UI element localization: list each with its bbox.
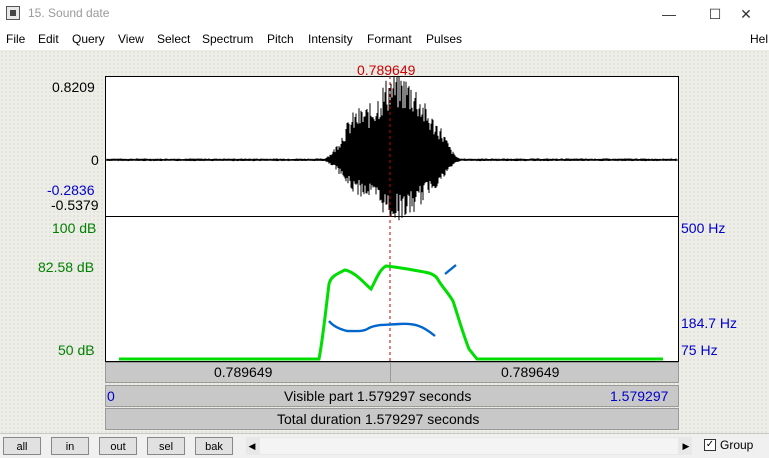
zoom-out-button[interactable]: out xyxy=(99,437,137,455)
selection-time-bar: 0.789649 0.789649 xyxy=(105,362,679,383)
scroll-thumb[interactable] xyxy=(260,438,678,454)
close-button[interactable]: ✕ xyxy=(723,0,769,28)
waveform-max-label: 0.8209 xyxy=(52,79,95,95)
group-label: Group xyxy=(720,438,754,452)
waveform-trace xyxy=(106,76,677,221)
zoom-selection-button[interactable]: sel xyxy=(147,437,185,455)
waveform-samples xyxy=(106,76,677,221)
time-scrollbar[interactable]: ◀ ▶ xyxy=(246,437,692,455)
time-bar-right-label: 0.789649 xyxy=(501,364,560,380)
zoom-in-button[interactable]: in xyxy=(51,437,89,455)
menu-select[interactable]: Select xyxy=(157,32,190,46)
time-bar-left-label: 0.789649 xyxy=(214,364,273,380)
visible-part-bar[interactable]: 0 Visible part 1.579297 seconds 1.579297 xyxy=(105,385,679,407)
menu-bar: File Edit Query View Select Spectrum Pit… xyxy=(0,28,769,50)
pitch-mid-label: 184.7 Hz xyxy=(681,315,738,331)
zoom-all-button[interactable]: all xyxy=(3,437,41,455)
title-bar: 15. Sound date — ☐ ✕ xyxy=(0,0,769,28)
pitch-contour xyxy=(328,320,436,337)
window-title: 15. Sound date xyxy=(28,6,110,20)
menu-spectrum[interactable]: Spectrum xyxy=(202,32,253,46)
waveform-min-blue-label: -0.2836 xyxy=(47,182,95,198)
intensity-curve xyxy=(119,264,663,361)
app-icon xyxy=(6,6,20,20)
menu-pitch[interactable]: Pitch xyxy=(267,32,294,46)
visible-part-label: Visible part 1.579297 seconds xyxy=(284,388,472,404)
pitch-contour-segment xyxy=(444,264,457,275)
menu-edit[interactable]: Edit xyxy=(38,32,59,46)
pitch-top-label: 500 Hz xyxy=(681,220,726,236)
total-duration-label: Total duration 1.579297 seconds xyxy=(277,411,480,427)
menu-view[interactable]: View xyxy=(118,32,144,46)
menu-query[interactable]: Query xyxy=(72,32,105,46)
menu-pulses[interactable]: Pulses xyxy=(426,32,462,46)
intensity-top-label: 100 dB xyxy=(52,220,97,236)
pitch-bottom-label: 75 Hz xyxy=(681,342,718,358)
menu-file[interactable]: File xyxy=(6,32,25,46)
intensity-bottom-label: 50 dB xyxy=(58,342,95,358)
signal-drawing[interactable] xyxy=(105,76,679,362)
visible-start-label: 0 xyxy=(107,388,115,404)
scroll-right-icon[interactable]: ▶ xyxy=(680,437,692,455)
intensity-mid-label: 82.58 dB xyxy=(38,259,95,275)
group-checkbox[interactable]: ✓ xyxy=(704,439,716,451)
zoom-back-button[interactable]: bak xyxy=(195,437,233,455)
total-duration-bar[interactable]: Total duration 1.579297 seconds xyxy=(105,408,679,430)
minimize-button[interactable]: — xyxy=(646,0,692,28)
bottom-toolbar: all in out sel bak ◀ ▶ ✓ Group xyxy=(0,433,769,458)
scroll-left-icon[interactable]: ◀ xyxy=(246,437,258,455)
menu-intensity[interactable]: Intensity xyxy=(308,32,353,46)
waveform-min-label: -0.5379 xyxy=(51,197,99,213)
menu-formant[interactable]: Formant xyxy=(367,32,412,46)
visible-end-label: 1.579297 xyxy=(610,388,669,404)
waveform-zero-label: 0 xyxy=(91,152,99,168)
menu-help[interactable]: Hel xyxy=(750,32,768,46)
